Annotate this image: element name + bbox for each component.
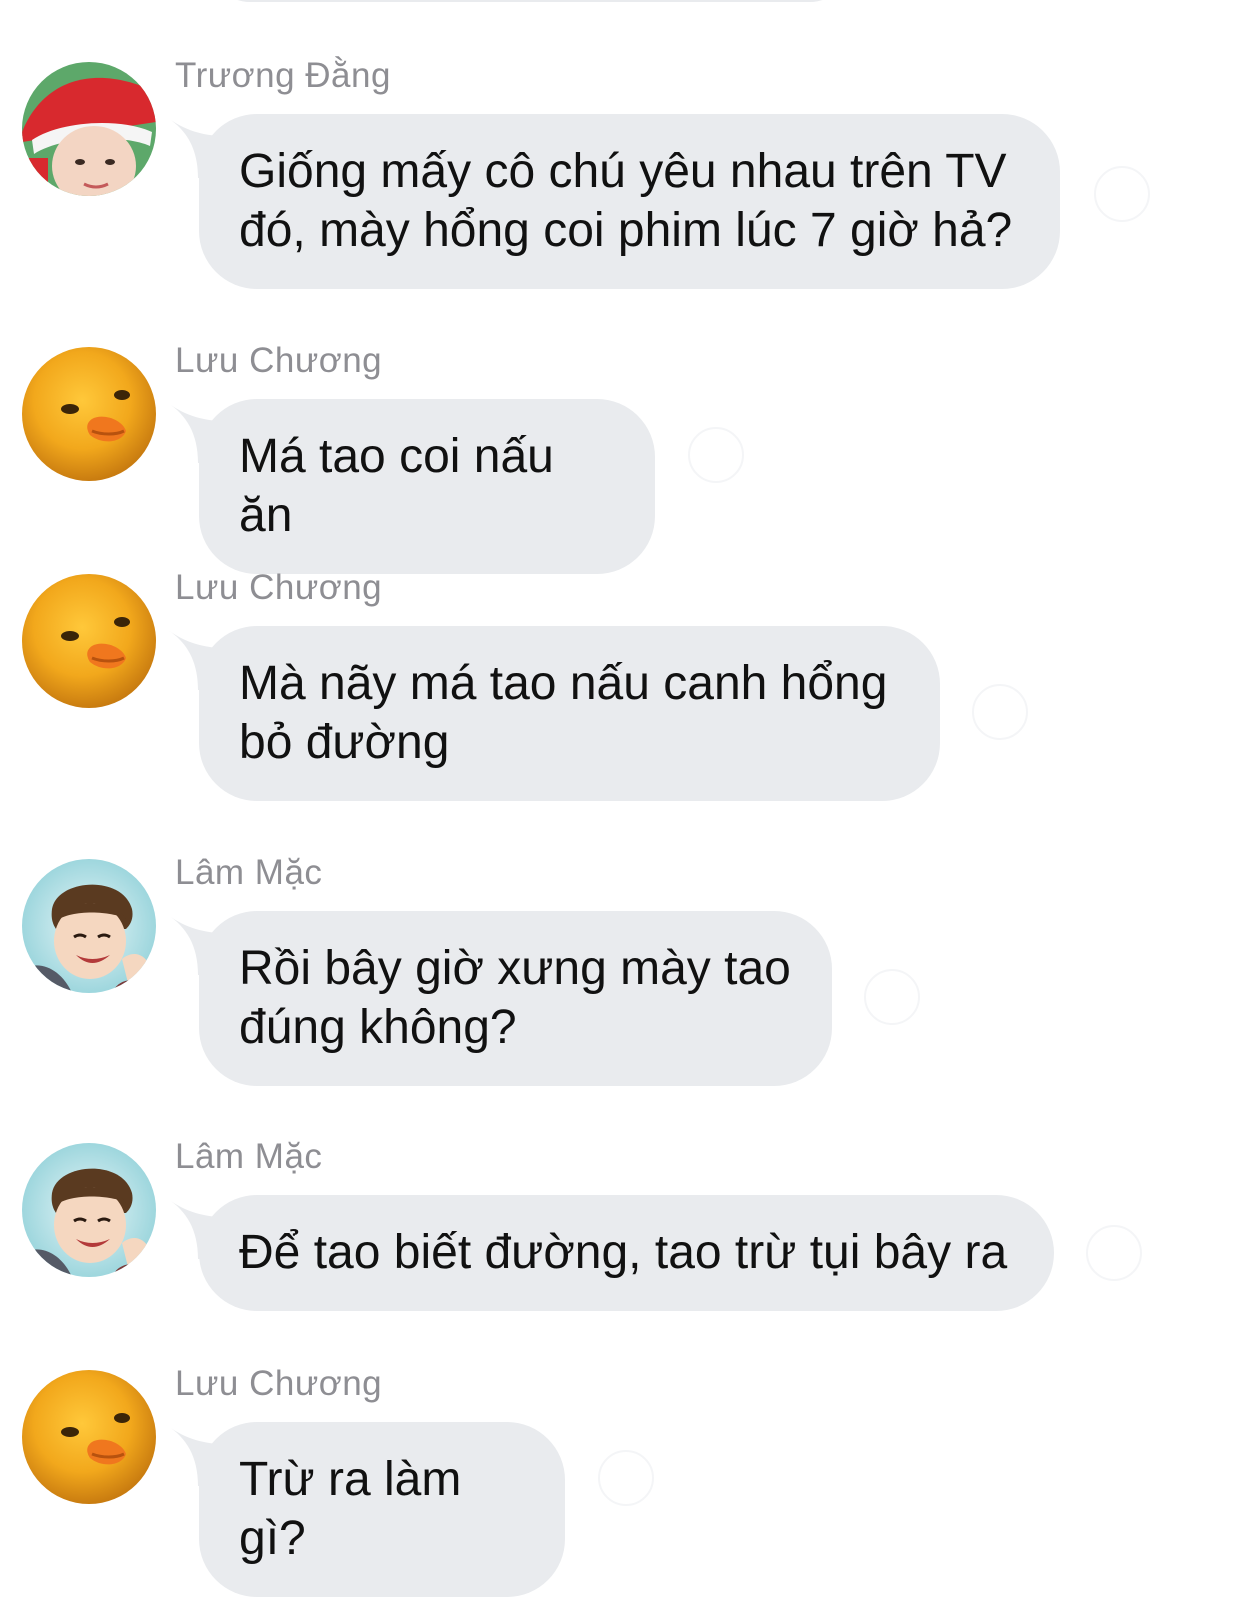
sender-name: Lâm Mặc bbox=[175, 1137, 323, 1176]
sender-name: Lâm Mặc bbox=[175, 853, 323, 892]
reaction-button-icon[interactable] bbox=[972, 684, 1028, 740]
reaction-button-icon[interactable] bbox=[1094, 166, 1150, 222]
duck-avatar[interactable] bbox=[22, 1370, 156, 1504]
message-bubble[interactable]: Trừ ra làm gì? bbox=[199, 1422, 565, 1597]
sender-name: Trương Đằng bbox=[175, 56, 391, 95]
message-bubble[interactable]: Giống mấy cô chú yêu nhau trên TV đó, mà… bbox=[199, 114, 1060, 289]
sender-name: Lưu Chương bbox=[175, 568, 383, 607]
reaction-button-icon[interactable] bbox=[1086, 1225, 1142, 1281]
santa-hat-boy-avatar[interactable] bbox=[22, 62, 156, 196]
duck-avatar[interactable] bbox=[22, 574, 156, 708]
sender-name: Lưu Chương bbox=[175, 1364, 383, 1403]
reaction-button-icon[interactable] bbox=[688, 427, 744, 483]
sender-name: Lưu Chương bbox=[175, 341, 383, 380]
duck-avatar[interactable] bbox=[22, 347, 156, 481]
message-bubble[interactable]: Mà nãy má tao nấu canh hổng bỏ đường bbox=[199, 626, 940, 801]
previous-message-bubble-edge bbox=[210, 0, 850, 2]
message-bubble[interactable]: Má tao coi nấu ăn bbox=[199, 399, 655, 574]
message-bubble[interactable]: Để tao biết đường, tao trừ tụi bây ra bbox=[199, 1195, 1054, 1311]
waving-boy-avatar[interactable] bbox=[22, 859, 156, 993]
waving-boy-avatar[interactable] bbox=[22, 1143, 156, 1277]
message-bubble[interactable]: Rồi bây giờ xưng mày tao đúng không? bbox=[199, 911, 832, 1086]
reaction-button-icon[interactable] bbox=[864, 969, 920, 1025]
reaction-button-icon[interactable] bbox=[598, 1450, 654, 1506]
